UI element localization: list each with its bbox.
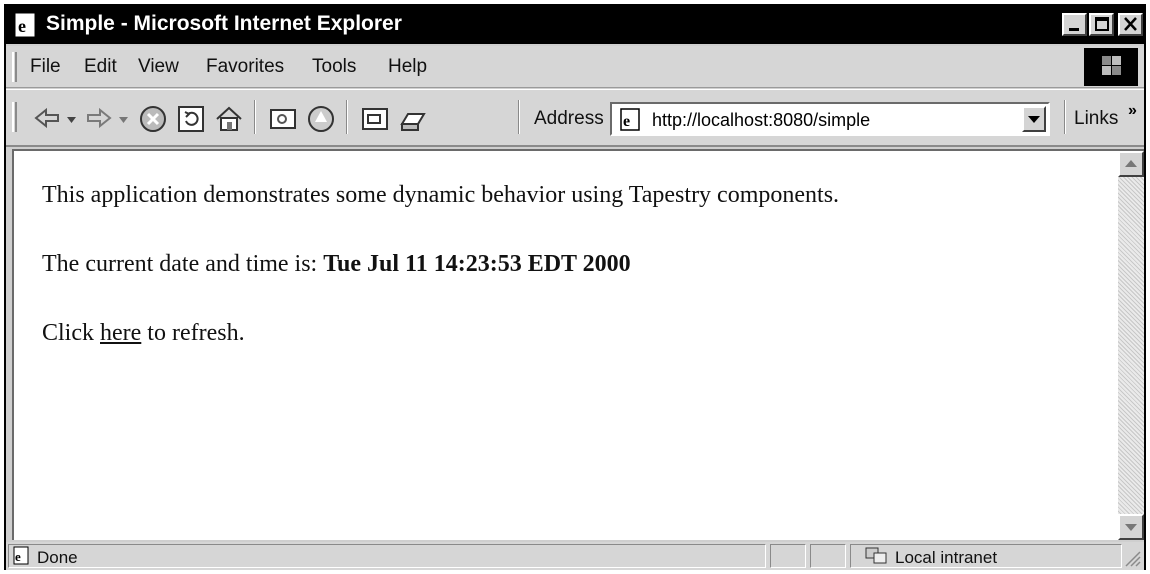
refresh-link[interactable]: here bbox=[100, 320, 141, 346]
menu-help[interactable]: Help bbox=[388, 56, 427, 78]
status-panel-empty bbox=[770, 544, 806, 568]
status-page-icon: e bbox=[12, 546, 32, 571]
refresh-line: Click here to refresh. bbox=[42, 321, 1102, 345]
svg-text:e: e bbox=[18, 16, 26, 36]
links-chevron-icon[interactable]: » bbox=[1128, 102, 1137, 120]
address-dropdown-button[interactable] bbox=[1022, 106, 1046, 132]
forward-icon[interactable] bbox=[84, 104, 114, 137]
back-icon[interactable] bbox=[32, 104, 62, 137]
address-label: Address bbox=[534, 108, 604, 129]
intranet-icon bbox=[865, 546, 889, 571]
print-icon[interactable] bbox=[398, 104, 428, 139]
menu-tools[interactable]: Tools bbox=[312, 56, 356, 78]
title-bar: e Simple - Microsoft Internet Explorer bbox=[6, 6, 1144, 44]
forward-dropdown-icon[interactable] bbox=[118, 112, 130, 130]
toolbar-separator bbox=[518, 100, 520, 134]
status-main-panel: e Done bbox=[8, 544, 766, 568]
address-input[interactable]: http://localhost:8080/simple bbox=[652, 110, 870, 131]
status-zone-panel: Local intranet bbox=[850, 544, 1122, 568]
scroll-up-button[interactable] bbox=[1118, 151, 1144, 177]
menu-view[interactable]: View bbox=[138, 56, 179, 78]
page-body: This application demonstrates some dynam… bbox=[42, 183, 1102, 390]
status-bar: e Done Local intranet bbox=[6, 542, 1144, 570]
refresh-suffix: to refresh. bbox=[141, 320, 245, 346]
history-icon[interactable] bbox=[360, 104, 390, 139]
maximize-button[interactable] bbox=[1089, 13, 1114, 36]
refresh-prefix: Click bbox=[42, 320, 100, 346]
ie-logo-icon bbox=[1084, 48, 1138, 86]
back-dropdown-icon[interactable] bbox=[66, 112, 78, 130]
page-icon: e bbox=[618, 107, 644, 138]
intro-text: This application demonstrates some dynam… bbox=[42, 182, 840, 208]
search-icon[interactable] bbox=[268, 104, 298, 139]
toolbar: Address e http://localhost:8080/simple L… bbox=[6, 89, 1144, 147]
menu-file[interactable]: File bbox=[30, 56, 61, 78]
svg-text:e: e bbox=[15, 549, 21, 564]
window-title: Simple - Microsoft Internet Explorer bbox=[46, 12, 402, 35]
security-zone-text: Local intranet bbox=[895, 548, 998, 567]
datetime-line: The current date and time is: Tue Jul 11… bbox=[42, 252, 1102, 276]
datetime-value: Tue Jul 11 14:23:53 EDT 2000 bbox=[323, 251, 631, 277]
toolbar-separator bbox=[346, 100, 348, 134]
stop-icon[interactable] bbox=[138, 104, 168, 139]
favorites-icon[interactable] bbox=[306, 104, 336, 139]
content-area: This application demonstrates some dynam… bbox=[12, 149, 1144, 540]
address-bar[interactable]: e http://localhost:8080/simple bbox=[610, 102, 1050, 136]
menu-grip[interactable] bbox=[12, 52, 17, 82]
refresh-icon[interactable] bbox=[176, 104, 206, 139]
status-panel-empty bbox=[810, 544, 846, 568]
ie-page-icon: e bbox=[12, 11, 40, 39]
toolbar-grip[interactable] bbox=[12, 102, 17, 132]
scroll-down-button[interactable] bbox=[1118, 514, 1144, 540]
resize-grip-icon[interactable] bbox=[1122, 548, 1142, 573]
vertical-scrollbar[interactable] bbox=[1118, 151, 1144, 540]
close-button[interactable] bbox=[1118, 13, 1143, 36]
menu-favorites[interactable]: Favorites bbox=[206, 56, 284, 78]
toolbar-separator bbox=[1064, 100, 1066, 134]
links-button[interactable]: Links bbox=[1074, 108, 1118, 130]
menu-edit[interactable]: Edit bbox=[84, 56, 117, 78]
svg-text:e: e bbox=[623, 113, 630, 130]
toolbar-separator bbox=[254, 100, 256, 134]
browser-window: e Simple - Microsoft Internet Explorer F… bbox=[4, 4, 1146, 570]
minimize-button[interactable] bbox=[1062, 13, 1087, 36]
menu-bar: File Edit View Favorites Tools Help bbox=[6, 46, 1144, 88]
datetime-label: The current date and time is: bbox=[42, 251, 324, 277]
status-text: Done bbox=[37, 548, 78, 567]
home-icon[interactable] bbox=[214, 104, 244, 139]
